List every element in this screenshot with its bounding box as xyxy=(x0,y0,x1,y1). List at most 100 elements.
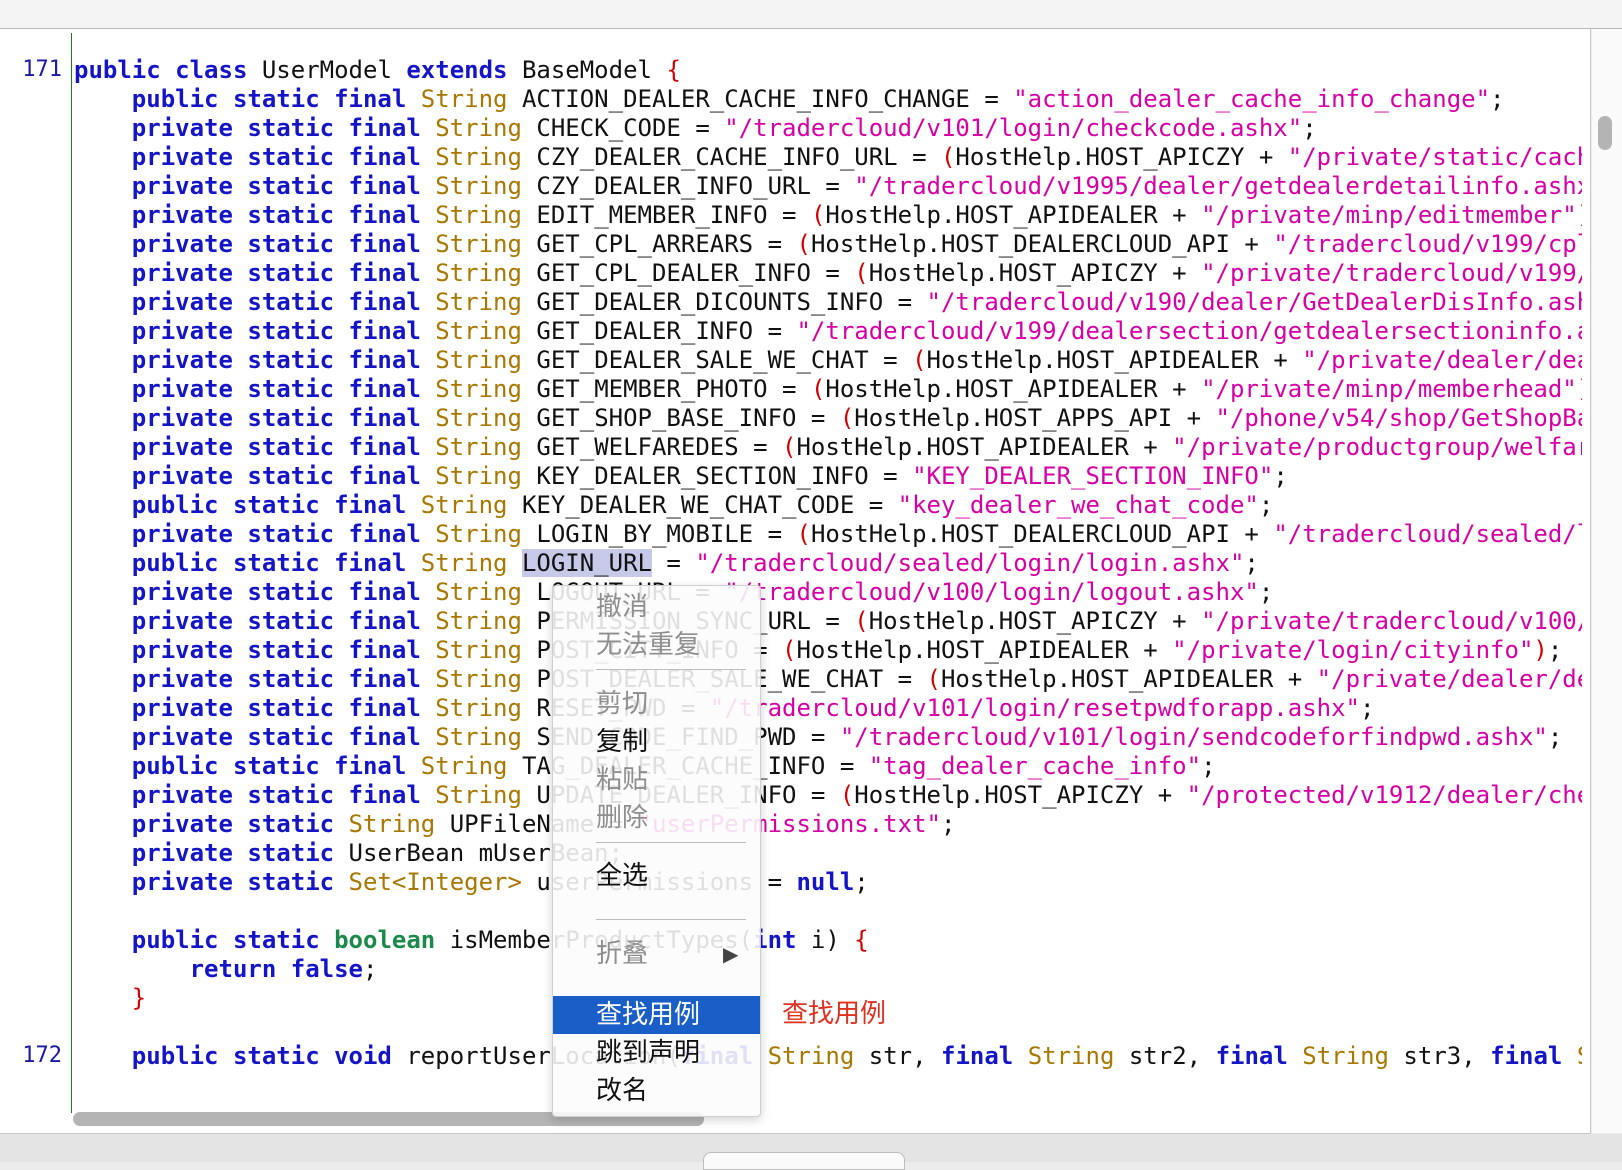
code-token: ACTION_DEALER_CACHE_INFO_CHANGE = xyxy=(521,85,1014,113)
menu-item-select-all[interactable]: 全选 xyxy=(553,857,760,895)
code-token: public class xyxy=(74,56,262,84)
code-line[interactable]: private static final String GET_CPL_DEAL… xyxy=(74,258,1582,288)
code-token: private static final xyxy=(131,665,436,693)
code-line[interactable]: public static void reportUserLocation(fi… xyxy=(74,1041,1582,1071)
code-token: "/private/login/cityinfo" xyxy=(1172,636,1534,664)
code-token: ; xyxy=(940,810,956,838)
code-token: String xyxy=(435,288,537,316)
code-line[interactable]: private static final String SEND_CODE_FI… xyxy=(74,722,1563,752)
code-line[interactable]: private static final String PERMISSION_S… xyxy=(74,606,1582,636)
code-token: ; xyxy=(1244,549,1259,577)
code-token: HostHelp.HOST_DEALERCLOUD_API + xyxy=(810,230,1274,258)
code-line[interactable]: private static final String KEY_DEALER_S… xyxy=(74,461,1288,491)
code-line[interactable]: private static final String GET_WELFARED… xyxy=(74,432,1582,462)
code-line[interactable]: public static final String KEY_DEALER_WE… xyxy=(74,490,1274,520)
vertical-scrollbar-track[interactable] xyxy=(1592,29,1622,1133)
code-token: private static final xyxy=(131,201,436,229)
code-line[interactable]: } xyxy=(74,983,146,1013)
code-line[interactable]: private static final String GET_MEMBER_P… xyxy=(74,374,1582,404)
menu-item-paste[interactable]: 粘贴 xyxy=(553,761,760,799)
code-token: str2, xyxy=(1128,1042,1216,1070)
code-line[interactable]: private static final String GET_DEALER_S… xyxy=(74,345,1582,375)
code-line[interactable]: private static final String GET_DEALER_D… xyxy=(74,287,1582,317)
code-line[interactable]: public static final String ACTION_DEALER… xyxy=(74,84,1505,114)
code-token: ( xyxy=(854,607,869,635)
code-token: ( xyxy=(912,346,927,374)
code-line[interactable]: private static final String POST_CITY_IN… xyxy=(74,635,1563,665)
selected-identifier: LOGIN_URL xyxy=(521,549,652,577)
vertical-scrollbar-thumb[interactable] xyxy=(1598,116,1612,150)
code-token: "/private/minp/memberhead" xyxy=(1201,375,1577,403)
code-token: String xyxy=(435,201,537,229)
code-token: { xyxy=(666,56,681,84)
code-token: ; xyxy=(1360,694,1375,722)
code-token: "/tradercloud/v1995/dealer/getdealerdeta… xyxy=(854,172,1582,200)
code-token: ( xyxy=(796,230,811,258)
code-token: public static final xyxy=(131,549,421,577)
menu-item-rename[interactable]: 改名 xyxy=(553,1072,760,1110)
code-token: HostHelp.HOST_APIDEALER + xyxy=(926,346,1303,374)
code-token: ( xyxy=(854,259,869,287)
menu-item-copy[interactable]: 复制 xyxy=(553,723,760,761)
code-line[interactable]: private static final String POST_DEALER_… xyxy=(74,664,1582,694)
code-line[interactable]: private static final String GET_CPL_ARRE… xyxy=(74,229,1582,259)
code-token: "/tradercloud/sealed/login/login.ashx" xyxy=(695,549,1245,577)
code-token: HostHelp.HOST_APIDEALER + xyxy=(796,636,1173,664)
code-line[interactable]: private static String UPFileName = "user… xyxy=(74,809,956,839)
code-line[interactable]: private static final String CZY_DEALER_I… xyxy=(74,171,1582,201)
code-token: private static final xyxy=(131,520,436,548)
code-token: private static final xyxy=(131,259,436,287)
code-line[interactable]: public static final String LOGIN_URL = "… xyxy=(74,548,1259,578)
code-token: "/tradercloud/v199/cpl/Ge xyxy=(1273,230,1582,258)
menu-item-cut[interactable]: 剪切 xyxy=(553,685,760,723)
menu-item-fold[interactable]: 折叠 ▶ xyxy=(553,935,760,973)
code-token: "/protected/v1912/dealer/checklog xyxy=(1186,781,1582,809)
code-token: String xyxy=(420,549,522,577)
menu-item-redo[interactable]: 无法重复 xyxy=(553,626,760,664)
code-token: public static void xyxy=(131,1042,407,1070)
code-line[interactable]: private static final String CHECK_CODE =… xyxy=(74,113,1317,143)
code-line[interactable]: private static final String CZY_DEALER_C… xyxy=(74,142,1582,172)
code-editor[interactable]: 171 172 public class UserModel extends B… xyxy=(0,29,1591,1134)
code-token: ; xyxy=(1547,636,1563,664)
code-token: String xyxy=(420,752,522,780)
code-token: ; xyxy=(1490,85,1505,113)
code-area[interactable]: public class UserModel extends BaseModel… xyxy=(74,29,1582,1109)
code-token: String xyxy=(435,781,537,809)
bottom-tab-strip[interactable] xyxy=(703,1152,905,1170)
code-token: HostHelp.HOST_APIDEALER + xyxy=(796,433,1173,461)
code-token: HostHelp.HOST_APIDEALER + xyxy=(940,665,1317,693)
code-line[interactable]: private static final String UPDATE_DEALE… xyxy=(74,780,1582,810)
menu-item-go-to-declaration[interactable]: 跳到声明 xyxy=(553,1034,760,1072)
code-token: ) xyxy=(1577,375,1582,403)
menu-item-find-usages[interactable]: 查找用例 xyxy=(553,996,760,1034)
code-line[interactable]: private static final String LOGIN_BY_MOB… xyxy=(74,519,1582,549)
code-line[interactable]: public class UserModel extends BaseModel… xyxy=(74,55,681,85)
code-token: HostHelp.HOST_APIDEALER + xyxy=(825,201,1202,229)
code-line[interactable]: private static final String GET_DEALER_I… xyxy=(74,316,1582,346)
code-token: private static final xyxy=(131,578,436,606)
line-number: 172 xyxy=(22,1043,62,1068)
code-line[interactable]: private static UserBean mUserBean; xyxy=(74,838,623,868)
code-token: ; xyxy=(1258,491,1274,519)
menu-item-delete[interactable]: 删除 xyxy=(553,799,760,837)
code-line[interactable]: private static final String GET_SHOP_BAS… xyxy=(74,403,1582,433)
code-token: String xyxy=(435,114,537,142)
code-line[interactable]: private static final String EDIT_MEMBER_… xyxy=(74,200,1582,230)
menu-item-undo[interactable]: 撤消 xyxy=(553,588,760,626)
code-token: private static final xyxy=(131,317,436,345)
code-token: private static final xyxy=(131,694,436,722)
code-token: private static final xyxy=(131,114,436,142)
code-token: String xyxy=(435,694,537,722)
code-token: private static final xyxy=(131,346,436,374)
code-token: String xyxy=(767,1042,869,1070)
code-line[interactable]: return false; xyxy=(74,954,378,984)
context-menu: 撤消 无法重复 剪切 复制 粘贴 删除 全选 折叠 ▶ 查找用例 跳到声明 改名 xyxy=(552,585,761,1117)
